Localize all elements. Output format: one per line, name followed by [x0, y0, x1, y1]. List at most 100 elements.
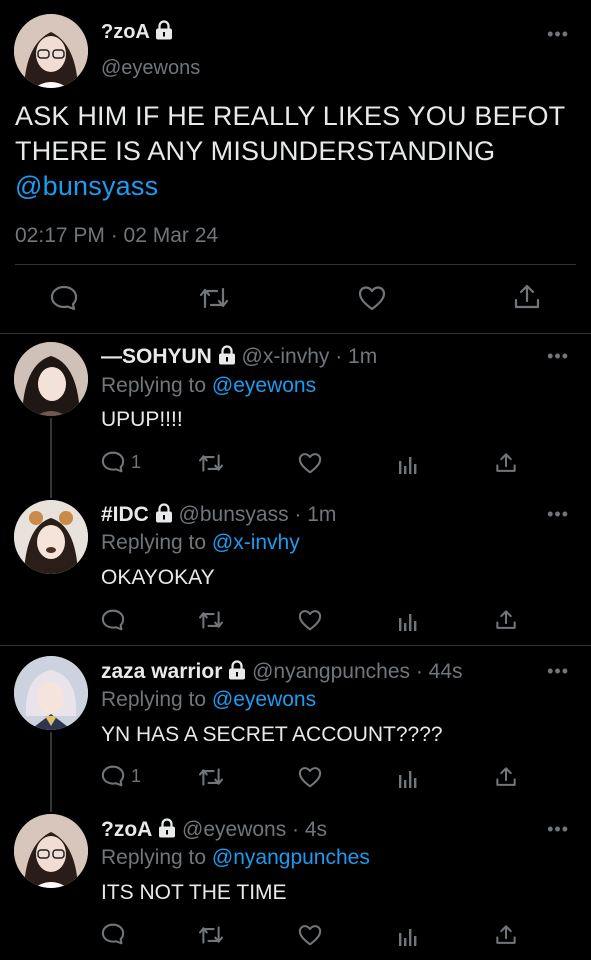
main-tweet-mention[interactable]: @bunsyass	[15, 169, 585, 204]
heart-icon	[298, 453, 322, 474]
retweet-button[interactable]	[199, 285, 229, 311]
replying-to-line: Replying to @x-invhy	[101, 531, 300, 555]
share-icon	[496, 453, 516, 472]
more-options-icon[interactable]: •••	[547, 661, 569, 682]
lock-icon	[229, 660, 246, 680]
reply-header: ?zoA @eyewons · 4s	[101, 818, 327, 842]
reply-avatar[interactable]	[14, 500, 88, 574]
reply-icon	[101, 923, 125, 945]
reply-text: ITS NOT THE TIME	[101, 881, 287, 904]
heart-icon	[298, 767, 322, 788]
analytics-icon	[399, 614, 417, 631]
main-tweet-text-line2: THERE IS ANY MISUNDERSTANDING	[15, 136, 496, 166]
share-button[interactable]	[513, 283, 541, 311]
reply-avatar[interactable]	[14, 656, 88, 730]
reply-button[interactable]: 1	[101, 451, 141, 473]
analytics-button[interactable]	[398, 453, 418, 475]
like-button[interactable]	[298, 924, 322, 946]
reply-icon	[101, 609, 125, 631]
reply-count: 1	[131, 765, 142, 786]
reply-display-name[interactable]: #IDC	[101, 503, 149, 526]
retweet-button[interactable]	[198, 609, 224, 631]
reply-button[interactable]	[101, 609, 125, 631]
reply-meta[interactable]: @bunsyass · 1m	[179, 503, 337, 526]
share-icon	[514, 284, 540, 309]
thread-line	[50, 418, 52, 498]
main-tweet-display-name[interactable]: ?zoA	[101, 20, 173, 44]
retweet-icon	[199, 287, 229, 309]
reply-icon	[101, 451, 125, 473]
retweet-icon	[198, 768, 224, 786]
reply-icon	[50, 285, 78, 311]
reply-display-name[interactable]: ?zoA	[101, 818, 152, 841]
retweet-icon	[198, 926, 224, 944]
share-button[interactable]	[495, 924, 517, 946]
more-options-icon[interactable]: •••	[547, 819, 569, 840]
reply-text: OKAYOKAY	[101, 566, 215, 589]
share-icon	[496, 767, 516, 786]
heart-icon	[358, 286, 386, 311]
reply-text: YN HAS A SECRET ACCOUNT????	[101, 723, 443, 746]
analytics-icon	[399, 457, 417, 474]
replying-to-handle[interactable]: @eyewons	[212, 688, 316, 711]
like-button[interactable]	[298, 609, 322, 631]
main-tweet-text-line1: ASK HIM IF HE REALLY LIKES YOU BEFOT	[15, 101, 566, 131]
main-tweet-timestamp[interactable]: 02:17 PM · 02 Mar 24	[15, 224, 218, 248]
more-options-icon[interactable]: •••	[547, 346, 569, 367]
retweet-button[interactable]	[198, 452, 224, 474]
reply-avatar[interactable]	[14, 814, 88, 888]
reply-icon	[101, 765, 125, 787]
retweet-button[interactable]	[198, 924, 224, 946]
replying-to-handle[interactable]: @eyewons	[212, 374, 316, 397]
retweet-icon	[198, 611, 224, 629]
replying-to-handle[interactable]: @x-invhy	[212, 531, 300, 554]
like-button[interactable]	[298, 452, 322, 474]
main-tweet-avatar[interactable]	[14, 14, 88, 88]
reply-meta[interactable]: @nyangpunches · 44s	[252, 660, 462, 683]
share-button[interactable]	[495, 609, 517, 631]
replying-to-handle[interactable]: @nyangpunches	[212, 846, 370, 869]
reply-avatar[interactable]	[14, 342, 88, 416]
share-icon	[496, 610, 516, 629]
reply-meta[interactable]: @eyewons · 4s	[182, 818, 327, 841]
like-button[interactable]	[358, 285, 386, 311]
replying-to-label: Replying to	[101, 846, 207, 869]
main-tweet-handle[interactable]: @eyewons	[101, 57, 200, 80]
reply-header: zaza warrior @nyangpunches · 44s	[101, 660, 463, 684]
share-button[interactable]	[495, 452, 517, 474]
analytics-button[interactable]	[398, 925, 418, 947]
reply-button[interactable]	[50, 285, 78, 311]
replying-to-line: Replying to @eyewons	[101, 688, 316, 712]
reply-display-name[interactable]: —SOHYUN	[101, 345, 212, 368]
lock-icon	[155, 20, 172, 40]
reply-button[interactable]	[101, 923, 125, 945]
reply-meta[interactable]: @x-invhy · 1m	[242, 345, 378, 368]
lock-icon	[155, 503, 172, 523]
replying-to-line: Replying to @eyewons	[101, 374, 316, 398]
replying-to-label: Replying to	[101, 688, 207, 711]
main-tweet-display-name-text: ?zoA	[101, 21, 150, 43]
lock-icon	[218, 345, 235, 365]
main-tweet-text: ASK HIM IF HE REALLY LIKES YOU BEFOT THE…	[15, 99, 585, 204]
replying-to-label: Replying to	[101, 374, 207, 397]
more-options-icon[interactable]: •••	[547, 24, 569, 45]
reply-button[interactable]: 1	[101, 765, 141, 787]
share-icon	[496, 925, 516, 944]
analytics-button[interactable]	[398, 610, 418, 632]
more-options-icon[interactable]: •••	[547, 504, 569, 525]
like-button[interactable]	[298, 766, 322, 788]
share-button[interactable]	[495, 766, 517, 788]
divider	[15, 264, 576, 265]
lock-icon	[159, 818, 176, 838]
reply-display-name[interactable]: zaza warrior	[101, 660, 222, 683]
heart-icon	[298, 610, 322, 631]
analytics-icon	[399, 771, 417, 788]
analytics-button[interactable]	[398, 767, 418, 789]
retweet-button[interactable]	[198, 766, 224, 788]
reply-header: —SOHYUN @x-invhy · 1m	[101, 345, 377, 369]
retweet-icon	[198, 454, 224, 472]
replying-to-label: Replying to	[101, 531, 207, 554]
thread-line	[50, 732, 52, 812]
reply-header: #IDC @bunsyass · 1m	[101, 503, 336, 527]
heart-icon	[298, 925, 322, 946]
